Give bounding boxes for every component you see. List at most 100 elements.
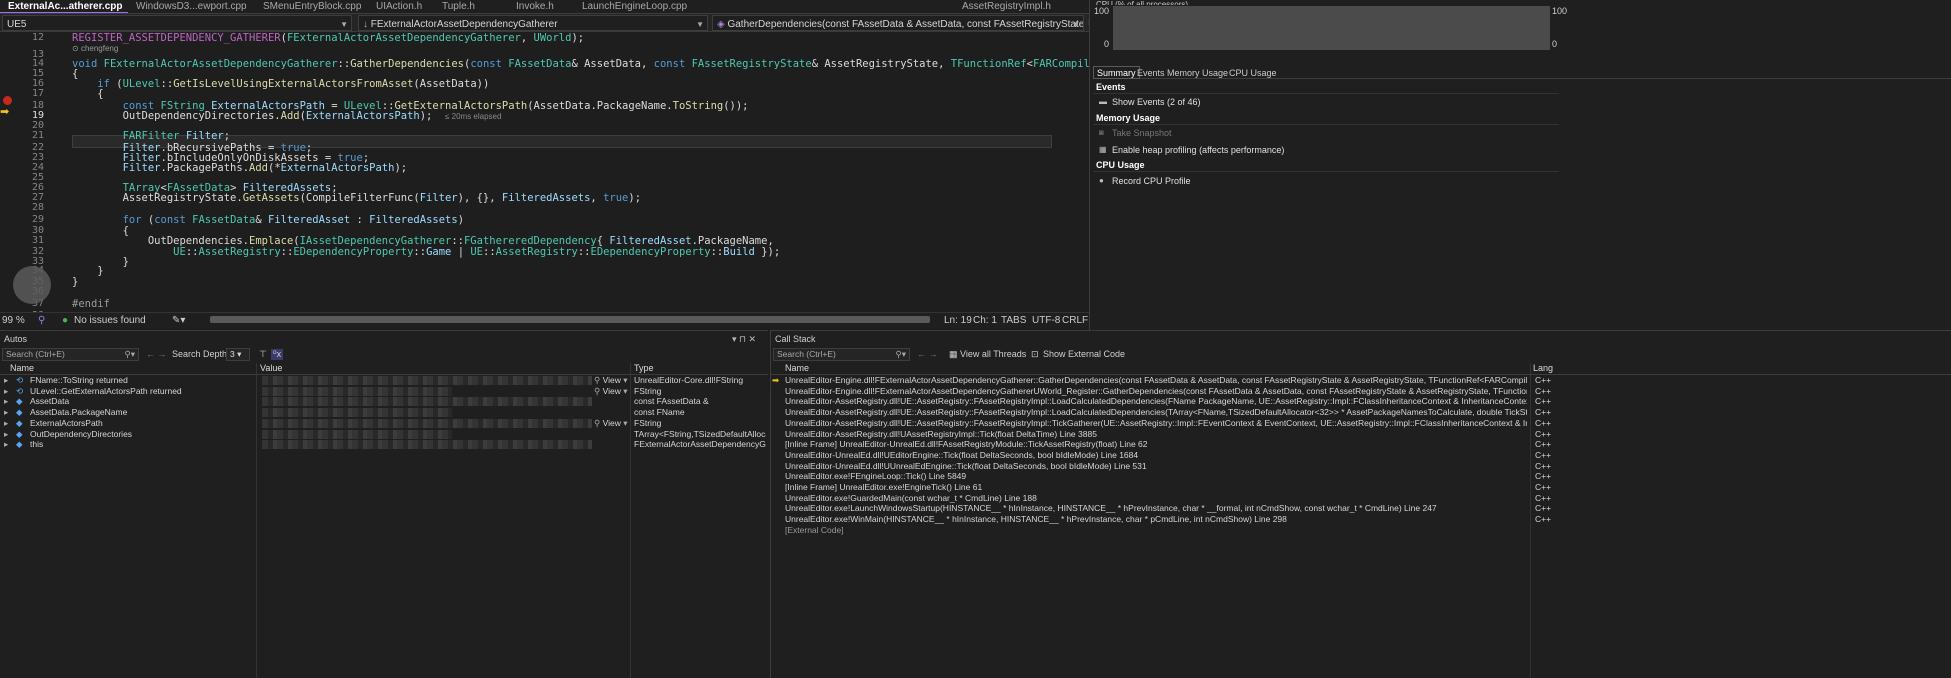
variable-name[interactable]: AssetData: [30, 396, 255, 407]
call-stack-frame[interactable]: [Inline Frame] UnrealEditor.exe!EngineTi…: [785, 482, 1527, 493]
col-header-type[interactable]: Type: [634, 363, 654, 373]
file-encoding[interactable]: UTF-8: [1032, 313, 1060, 328]
hex-display-icon[interactable]: ⁰x: [271, 349, 284, 360]
call-stack-frame[interactable]: UnrealEditor.exe!GuardedMain(const wchar…: [785, 493, 1527, 504]
perf-tip[interactable]: ≤ 20ms elapsed: [445, 112, 501, 121]
document-tab[interactable]: UIAction.h: [368, 0, 434, 13]
code-line[interactable]: Filter.PackagePaths.Add(*ExternalActorsP…: [72, 162, 408, 174]
cpu-chart-title: CPU (% of all processors): [1096, 0, 1189, 5]
document-tab[interactable]: Invoke.h: [508, 0, 574, 13]
code-line[interactable]: for (const FAssetData& FilteredAsset : F…: [72, 214, 464, 226]
variable-icon: ◆: [16, 428, 23, 439]
chevron-down-icon: ▼: [1072, 20, 1080, 29]
autos-search-input[interactable]: Search (Ctrl+E) ⚲▾: [2, 348, 139, 361]
code-line[interactable]: REGISTER_ASSETDEPENDENCY_GATHERER(FExter…: [72, 32, 584, 44]
code-line[interactable]: {: [72, 88, 103, 100]
column-divider[interactable]: [256, 363, 257, 678]
scope-dropdown[interactable]: ↓ FExternalActorAssetDependencyGatherer ▼: [358, 15, 708, 31]
view-label: View: [602, 385, 621, 396]
code-line[interactable]: #endif: [72, 298, 110, 310]
call-stack-frame[interactable]: [Inline Frame] UnrealEditor-UnrealEd.dll…: [785, 439, 1527, 450]
call-stack-frame[interactable]: UnrealEditor-AssetRegistry.dll!UE::Asset…: [785, 396, 1527, 407]
document-tab[interactable]: WindowsD3...ewport.cpp: [128, 0, 255, 13]
cs-col-header-lang[interactable]: Lang: [1533, 363, 1553, 373]
code-line[interactable]: }: [72, 276, 78, 288]
breakpoint-icon[interactable]: [3, 96, 12, 105]
search-depth-select[interactable]: 3 ▾: [226, 348, 250, 361]
call-stack-frame[interactable]: UnrealEditor-AssetRegistry.dll!UE::Asset…: [785, 418, 1527, 429]
call-stack-frame[interactable]: UnrealEditor-UnrealEd.dll!UEditorEngine:…: [785, 450, 1527, 461]
variable-name[interactable]: ULevel::GetExternalActorsPath returned: [30, 386, 255, 397]
nav-arrows-icon[interactable]: ← →: [146, 349, 167, 359]
variable-name[interactable]: ExternalActorsPath: [30, 418, 255, 429]
call-stack-frame[interactable]: UnrealEditor.exe!FEngineLoop::Tick() Lin…: [785, 471, 1527, 482]
heap-profiling-toggle[interactable]: Enable heap profiling (affects performan…: [1112, 145, 1284, 155]
nav-arrows-icon[interactable]: ← →: [917, 349, 938, 359]
instruction-pointer-arrow-icon[interactable]: ➡: [0, 107, 14, 118]
show-events-link[interactable]: Show Events (2 of 46): [1112, 97, 1201, 107]
variable-name[interactable]: this: [30, 439, 255, 450]
editor-horizontal-scrollbar[interactable]: [210, 316, 930, 323]
document-tab[interactable]: SMenuEntryBlock.cpp: [255, 0, 368, 13]
cpu-axis-max: 100: [1094, 6, 1110, 16]
variable-name[interactable]: AssetData.PackageName: [30, 407, 255, 418]
view-visualizer-button[interactable]: ⚲ View ▾: [594, 386, 630, 397]
cs-col-header-name[interactable]: Name: [785, 363, 809, 373]
cpu-usage-graph[interactable]: [1113, 6, 1550, 50]
call-stack-frame[interactable]: UnrealEditor-AssetRegistry.dll!UE::Asset…: [785, 407, 1527, 418]
column-divider[interactable]: [1530, 363, 1531, 678]
view-label: View: [602, 417, 621, 428]
cleanup-brush-icon[interactable]: ✎▾: [172, 313, 185, 328]
code-line[interactable]: OutDependencyDirectories.Add(ExternalAct…: [72, 110, 502, 122]
call-stack-frame[interactable]: UnrealEditor-Engine.dll!FExternalActorAs…: [785, 375, 1527, 386]
variable-name[interactable]: OutDependencyDirectories: [30, 429, 255, 440]
pin-icon[interactable]: ⊤: [259, 349, 267, 360]
record-cpu-profile-button[interactable]: Record CPU Profile: [1112, 176, 1191, 186]
line-endings[interactable]: CRLF: [1062, 313, 1088, 328]
expand-arrow-icon[interactable]: ▸: [4, 375, 16, 386]
tab-memory-usage[interactable]: Memory Usage: [1163, 66, 1232, 79]
expand-arrow-icon[interactable]: ▸: [4, 418, 16, 429]
call-stack-search-input[interactable]: Search (Ctrl+E) ⚲▾: [773, 348, 910, 361]
frame-language: C++: [1535, 482, 1552, 492]
take-snapshot-button[interactable]: Take Snapshot: [1112, 128, 1172, 138]
call-stack-frame[interactable]: UnrealEditor-AssetRegistry.dll!UAssetReg…: [785, 429, 1527, 440]
code-line[interactable]: AssetRegistryState.GetAssets(CompileFilt…: [72, 192, 641, 204]
expand-arrow-icon[interactable]: ▸: [4, 396, 16, 407]
zoom-level[interactable]: 99 %: [2, 313, 25, 328]
col-header-value[interactable]: Value: [260, 363, 282, 373]
issues-status[interactable]: No issues found: [74, 313, 146, 328]
panel-controls[interactable]: ▾ ⊓ ✕: [732, 334, 756, 345]
call-stack-frame[interactable]: UnrealEditor.exe!LaunchWindowsStartup(HI…: [785, 503, 1527, 514]
codelens-author[interactable]: ⊙ chengfeng: [72, 44, 118, 53]
call-stack-frame[interactable]: UnrealEditor-Engine.dll!FExternalActorAs…: [785, 386, 1527, 397]
call-stack-frame[interactable]: [External Code]: [785, 525, 1527, 536]
document-tab[interactable]: LaunchEngineLoop.cpp: [574, 0, 719, 13]
variable-name[interactable]: FName::ToString returned: [30, 375, 255, 386]
project-dropdown[interactable]: UE5 ▼: [2, 15, 352, 31]
column-divider[interactable]: [630, 363, 631, 678]
expand-arrow-icon[interactable]: ▸: [4, 429, 16, 440]
call-stack-frame[interactable]: UnrealEditor-UnrealEd.dll!UUnrealEdEngin…: [785, 461, 1527, 472]
code-line[interactable]: if (ULevel::GetIsLevelUsingExternalActor…: [72, 78, 489, 90]
member-dropdown[interactable]: ◈ GatherDependencies(const FAssetData & …: [712, 15, 1084, 31]
indent-mode[interactable]: TABS: [1001, 313, 1026, 328]
document-tab[interactable]: Tuple.h: [434, 0, 508, 13]
view-all-threads-button[interactable]: View all Threads: [960, 349, 1026, 359]
show-external-code-button[interactable]: Show External Code: [1043, 349, 1125, 359]
call-stack-frame[interactable]: UnrealEditor.exe!WinMain(HINSTANCE__ * h…: [785, 514, 1527, 525]
expand-arrow-icon[interactable]: ▸: [4, 439, 16, 450]
expand-arrow-icon[interactable]: ▸: [4, 386, 16, 397]
line-number: 28: [31, 202, 44, 213]
code-line[interactable]: UE::AssetRegistry::EDependencyProperty::…: [72, 246, 780, 258]
tab-cpu-usage[interactable]: CPU Usage: [1225, 66, 1281, 79]
view-visualizer-button[interactable]: ⚲ View ▾: [594, 375, 630, 386]
document-tab[interactable]: ExternalAc...atherer.cpp: [0, 0, 128, 13]
prev-circle-button[interactable]: [13, 266, 51, 304]
code-line[interactable]: FARFilter Filter;: [72, 130, 231, 142]
col-header-name[interactable]: Name: [10, 363, 34, 373]
view-visualizer-button[interactable]: ⚲ View ▾: [594, 418, 630, 429]
document-tab[interactable]: AssetRegistryImpl.h: [954, 0, 1074, 13]
expand-arrow-icon[interactable]: ▸: [4, 407, 16, 418]
copilot-icon[interactable]: ⚲: [38, 313, 45, 328]
